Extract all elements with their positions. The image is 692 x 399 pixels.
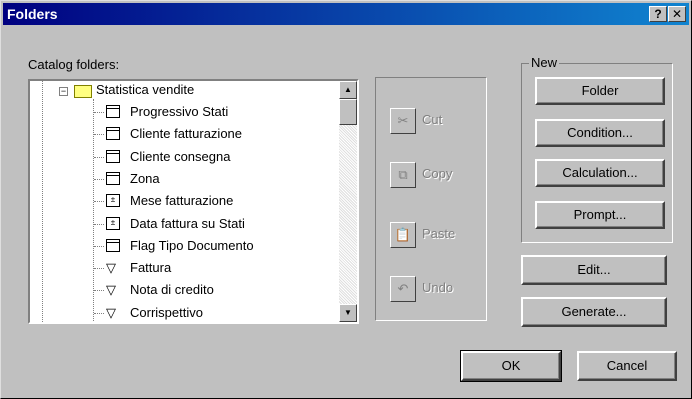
tree-connector xyxy=(94,156,104,158)
calculation-icon: ± xyxy=(106,216,120,230)
paste-label: Paste xyxy=(422,226,456,241)
new-folder-button[interactable]: Folder xyxy=(535,77,665,105)
paste-button[interactable]: 📋 xyxy=(390,222,416,248)
edit-button[interactable]: Edit... xyxy=(521,255,667,285)
tree-item[interactable]: Progressivo Stati xyxy=(130,101,228,123)
filter-icon: ▽ xyxy=(106,304,116,320)
catalog-folders-label: Catalog folders: xyxy=(28,57,120,72)
tree-scrollbar[interactable]: ▲ ▼ xyxy=(339,81,357,322)
sheet-icon xyxy=(106,127,120,141)
tree-guide-line xyxy=(42,81,43,322)
tree-connector xyxy=(94,268,104,270)
new-condition-button[interactable]: Condition... xyxy=(535,119,665,147)
new-folder-label: Folder xyxy=(581,83,619,98)
scissors-icon: ✂ xyxy=(397,113,409,128)
tree-connector xyxy=(94,312,104,314)
close-button[interactable]: ✕ xyxy=(668,6,686,22)
new-calculation-label: Calculation... xyxy=(562,165,638,180)
help-button[interactable]: ? xyxy=(649,6,667,22)
copy-button[interactable]: ⧉ xyxy=(390,162,416,188)
calculation-icon: ± xyxy=(106,194,120,208)
sheet-icon xyxy=(106,238,120,252)
new-condition-label: Condition... xyxy=(567,125,633,140)
cancel-button[interactable]: Cancel xyxy=(577,351,677,381)
tree-connector xyxy=(94,245,104,247)
generate-label: Generate... xyxy=(561,304,627,319)
edit-label: Edit... xyxy=(577,262,611,277)
filter-icon: ▽ xyxy=(106,282,116,298)
undo-icon: ↶ xyxy=(397,281,409,296)
tree-root-statistica-vendite[interactable]: Statistica vendite xyxy=(96,81,194,101)
tree-connector xyxy=(94,178,104,180)
tree-item[interactable]: Data fattura su Stati xyxy=(130,213,245,235)
window-title: Folders xyxy=(7,6,58,22)
new-calculation-button[interactable]: Calculation... xyxy=(535,159,665,187)
tree-connector xyxy=(94,112,104,113)
tree-item[interactable]: Fattura xyxy=(130,257,171,279)
scroll-thumb[interactable] xyxy=(339,99,357,125)
ok-label: OK xyxy=(501,358,521,373)
sheet-icon xyxy=(106,105,120,118)
new-prompt-button[interactable]: Prompt... xyxy=(535,201,665,229)
sheet-icon xyxy=(106,171,120,185)
generate-button[interactable]: Generate... xyxy=(521,297,667,327)
clipboard-panel: ✂ Cut ⧉ Copy 📋 Paste ↶ Undo xyxy=(375,77,487,321)
cancel-label: Cancel xyxy=(606,358,648,373)
tree-item[interactable]: Mese fatturazione xyxy=(130,190,233,212)
scroll-down-button[interactable]: ▼ xyxy=(339,304,357,322)
tree-item[interactable]: Corrispettivo xyxy=(130,302,203,322)
filter-icon: ▽ xyxy=(106,260,116,276)
paste-icon: 📋 xyxy=(394,227,412,242)
tree-connector xyxy=(94,134,104,136)
folders-dialog: Folders ? ✕ Catalog folders: − Statistic… xyxy=(0,0,692,399)
tree-item[interactable]: Nota di credito xyxy=(130,279,214,301)
tree-item[interactable]: Cliente fatturazione xyxy=(130,123,242,145)
open-folder-icon xyxy=(74,85,92,98)
tree-connector xyxy=(94,290,104,292)
ok-button[interactable]: OK xyxy=(460,350,562,382)
tree-connector xyxy=(94,201,104,203)
title-bar[interactable]: Folders ? ✕ xyxy=(3,3,689,25)
undo-button[interactable]: ↶ xyxy=(390,276,416,302)
copy-icon: ⧉ xyxy=(398,167,408,182)
cut-label: Cut xyxy=(422,112,443,127)
tree-item[interactable]: Zona xyxy=(130,168,160,190)
new-group-title: New xyxy=(529,55,560,70)
catalog-folders-tree[interactable]: − Statistica vendite Progressivo Stati Cl… xyxy=(28,79,359,324)
new-prompt-label: Prompt... xyxy=(573,207,627,222)
tree-item[interactable]: Flag Tipo Documento xyxy=(130,235,254,257)
collapse-icon[interactable]: − xyxy=(59,87,68,96)
sheet-icon xyxy=(106,149,120,163)
scroll-up-button[interactable]: ▲ xyxy=(339,81,357,99)
tree-connector xyxy=(94,223,104,225)
tree-item[interactable]: Cliente consegna xyxy=(130,146,230,168)
copy-label: Copy xyxy=(422,166,453,181)
undo-label: Undo xyxy=(422,280,454,295)
cut-button[interactable]: ✂ xyxy=(390,108,416,134)
